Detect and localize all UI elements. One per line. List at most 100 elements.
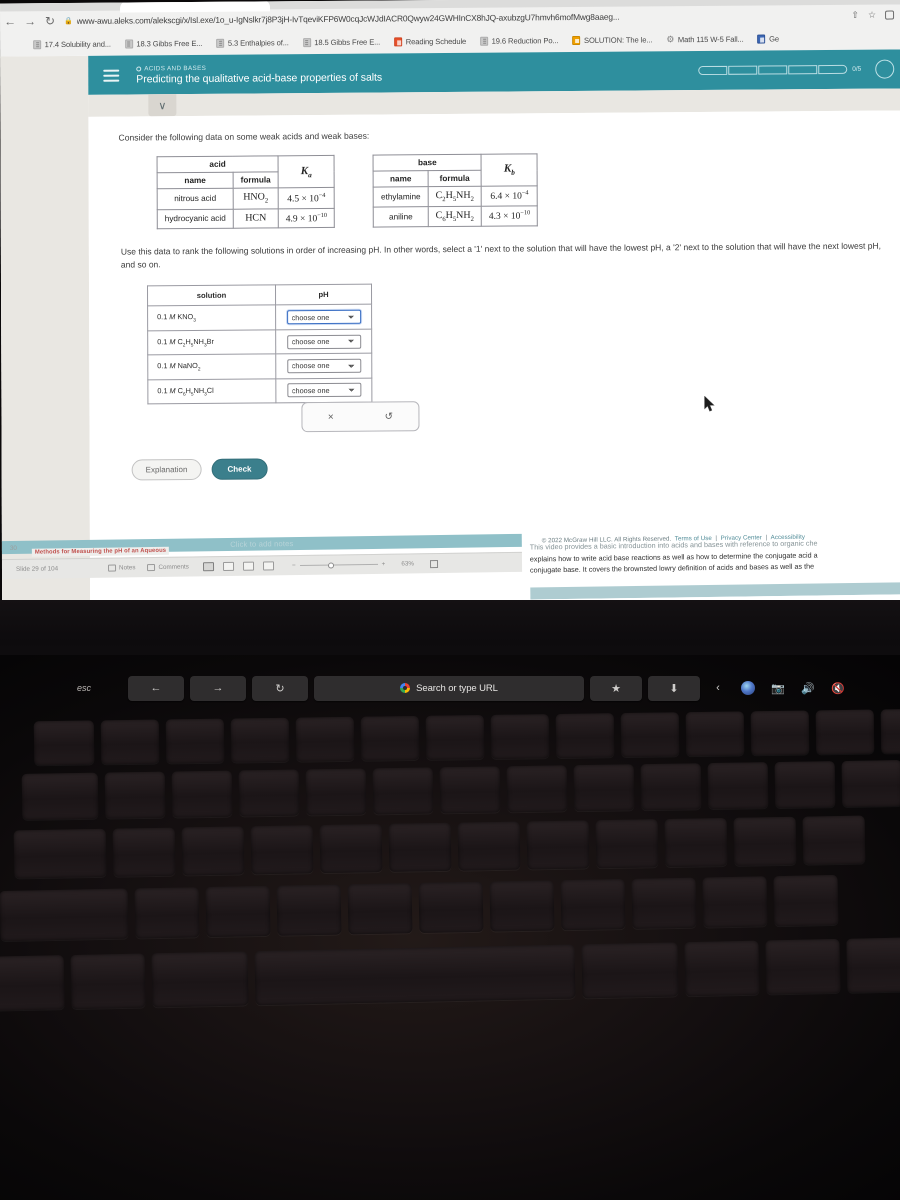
key[interactable] xyxy=(134,887,200,939)
clear-icon[interactable]: × xyxy=(328,412,334,423)
touchbar-star-icon[interactable]: ★ xyxy=(590,675,642,701)
key[interactable] xyxy=(841,760,900,808)
slideshow-icon[interactable] xyxy=(262,561,274,571)
key-arrow-up[interactable] xyxy=(765,938,841,995)
touchbar-back-icon[interactable]: ← xyxy=(128,675,184,701)
key[interactable] xyxy=(205,885,271,938)
normal-view-icon[interactable] xyxy=(202,562,214,572)
key[interactable] xyxy=(631,877,697,929)
undo-icon[interactable]: ↺ xyxy=(385,411,393,422)
touchbar-profile-icon[interactable] xyxy=(736,676,760,701)
bookmark-item[interactable]: ⚙ Math 115 W-5 Fall... xyxy=(659,34,750,44)
touchbar-volume-icon[interactable]: 🔊 xyxy=(796,676,820,701)
bookmark-item[interactable]: 17.4 Solubility and... xyxy=(26,39,118,49)
key[interactable] xyxy=(276,884,342,936)
fit-slide-icon[interactable] xyxy=(429,559,438,568)
key[interactable] xyxy=(640,763,702,811)
bookmark-item[interactable]: Reading Schedule xyxy=(387,36,473,46)
address-bar[interactable]: 🔒 www-awu.aleks.com/alekscgi/x/Isl.exe/1… xyxy=(64,6,847,30)
key[interactable] xyxy=(165,718,225,764)
key[interactable] xyxy=(181,826,245,876)
key[interactable] xyxy=(802,815,866,865)
key[interactable] xyxy=(880,708,900,754)
key[interactable] xyxy=(319,824,383,874)
key[interactable] xyxy=(171,770,233,818)
bookmark-item[interactable]: Ge xyxy=(751,34,786,44)
key[interactable] xyxy=(457,821,521,871)
key[interactable] xyxy=(685,711,745,757)
key[interactable] xyxy=(439,766,501,814)
key[interactable] xyxy=(702,876,768,928)
key[interactable] xyxy=(707,762,769,810)
key[interactable] xyxy=(305,768,367,816)
key[interactable] xyxy=(733,816,797,866)
key[interactable] xyxy=(425,715,485,760)
key[interactable] xyxy=(490,714,550,759)
ph-rank-select[interactable]: choose one xyxy=(286,334,361,349)
zoom-slider-handle[interactable] xyxy=(327,561,334,569)
slide-sorter-icon[interactable] xyxy=(222,561,234,572)
key-arrow-down[interactable] xyxy=(846,937,900,993)
key[interactable] xyxy=(555,713,615,759)
reading-view-icon[interactable] xyxy=(242,561,254,571)
bookmark-item[interactable]: 19.6 Reduction Po... xyxy=(473,36,565,46)
forward-icon[interactable]: → xyxy=(20,12,40,30)
key[interactable] xyxy=(774,761,836,809)
key[interactable] xyxy=(238,769,300,817)
key-alt[interactable] xyxy=(70,953,146,1010)
key[interactable] xyxy=(295,716,355,762)
key[interactable] xyxy=(360,715,420,761)
key[interactable] xyxy=(372,767,434,815)
key[interactable] xyxy=(489,880,555,932)
bookmark-item[interactable]: 5.3 Enthalpies of... xyxy=(209,38,295,48)
key[interactable] xyxy=(100,719,160,765)
key[interactable] xyxy=(230,717,290,763)
key[interactable] xyxy=(388,822,452,872)
bookmark-item[interactable]: 18.3 Gibbs Free E... xyxy=(118,38,209,49)
key[interactable] xyxy=(33,720,95,766)
key[interactable] xyxy=(526,820,590,870)
zoom-in-icon[interactable]: + xyxy=(382,561,386,568)
check-button[interactable]: Check xyxy=(211,458,268,481)
key[interactable] xyxy=(347,883,413,935)
key[interactable] xyxy=(573,764,635,812)
key[interactable] xyxy=(560,879,626,931)
touchbar-search-field[interactable]: Search or type URL xyxy=(314,675,584,701)
comments-button[interactable]: Comments xyxy=(147,564,189,572)
touchbar-download-icon[interactable]: ⬇ xyxy=(648,675,700,701)
hamburger-menu-icon[interactable] xyxy=(96,69,126,82)
key[interactable] xyxy=(250,825,314,875)
share-icon[interactable]: ⇧ xyxy=(851,9,859,20)
key[interactable] xyxy=(506,765,568,813)
profile-avatar-icon[interactable] xyxy=(885,10,895,20)
ph-rank-select[interactable]: choose one xyxy=(286,383,361,398)
zoom-slider[interactable] xyxy=(299,561,378,569)
bookmark-item[interactable]: 18.5 Gibbs Free E... xyxy=(296,37,387,47)
key-alt-right[interactable] xyxy=(581,942,679,999)
key-space[interactable] xyxy=(254,944,576,1006)
zoom-out-icon[interactable]: − xyxy=(292,562,296,569)
key[interactable] xyxy=(815,709,875,755)
key-tab[interactable] xyxy=(21,772,99,820)
touchbar-screenshot-icon[interactable]: 📷 xyxy=(766,676,790,701)
reload-icon[interactable]: ↻ xyxy=(40,12,60,30)
touchbar-mute-icon[interactable]: 🔇 xyxy=(826,676,850,701)
touchbar-reload-icon[interactable]: ↻ xyxy=(252,675,308,701)
key-search[interactable] xyxy=(13,828,107,879)
key[interactable] xyxy=(773,874,839,927)
key[interactable] xyxy=(664,817,728,868)
back-icon[interactable]: ← xyxy=(0,12,20,30)
key[interactable] xyxy=(112,827,176,877)
key-ctrl[interactable] xyxy=(0,955,65,1011)
key-ctrl-right[interactable] xyxy=(684,940,760,997)
explanation-button[interactable]: Explanation xyxy=(131,459,202,481)
touchbar-forward-icon[interactable]: → xyxy=(190,675,246,701)
bookmark-star-icon[interactable]: ☆ xyxy=(868,9,876,20)
ph-rank-select[interactable]: choose one xyxy=(286,309,361,325)
touchbar-prev-icon[interactable]: ‹ xyxy=(706,676,730,701)
key[interactable] xyxy=(620,712,680,758)
key[interactable] xyxy=(750,710,810,756)
ph-rank-select[interactable]: choose one xyxy=(286,358,361,374)
key-shift[interactable] xyxy=(0,888,129,942)
key-meta[interactable] xyxy=(151,951,249,1008)
